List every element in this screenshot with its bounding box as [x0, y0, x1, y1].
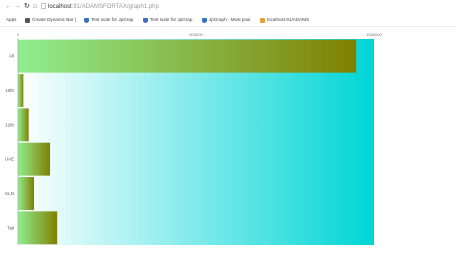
bar-kln — [18, 177, 35, 210]
bookmark-label: Create Dynamic Bar ( — [32, 17, 77, 22]
category-label: Tail — [7, 225, 14, 230]
url-host: localhost — [48, 4, 72, 10]
url-field[interactable]: localhost:81/ADAMSFORTAX/graph1.php — [48, 3, 159, 11]
shield-icon — [84, 17, 89, 23]
folder-icon — [260, 17, 265, 23]
bookmark-label: localhost:81/ADAMS — [267, 17, 310, 22]
bookmark-label: Test suite for JpGrap — [91, 17, 134, 22]
bookmark-create-dynamic-bar[interactable]: Create Dynamic Bar ( — [25, 16, 76, 24]
category-label: 10th — [5, 88, 14, 93]
x-tick-label: 500000 — [189, 32, 203, 37]
bar-10th — [18, 74, 24, 107]
bookmark-apps[interactable]: Apps — [6, 16, 16, 24]
category-label: 12th — [5, 122, 14, 127]
bookmark-label: Apps — [6, 17, 17, 22]
shield-icon — [143, 17, 148, 23]
bar-tail — [18, 211, 58, 245]
shield-icon — [202, 17, 207, 23]
x-tick-label: 0 — [17, 32, 20, 37]
page-icon — [41, 3, 46, 12]
category-label: All — [9, 54, 14, 59]
chart-svg: All 10th 12th UAE KLN Tail 0 500000 1000000 — [5, 32, 383, 245]
page-icon — [25, 17, 30, 23]
category-label: UAE — [5, 157, 14, 162]
forward-arrow-icon[interactable]: → — [14, 2, 21, 11]
home-icon[interactable]: ⌂ — [33, 2, 37, 11]
bookmark-jpgraph[interactable]: JpGraph - Most pow — [202, 16, 250, 24]
bookmark-test-suite-1[interactable]: Test suite for JpGrap — [84, 16, 133, 24]
back-arrow-icon[interactable]: ← — [5, 2, 12, 11]
address-bar: ← → ↻ ⌂ localhost:81/ADAMSFORTAX/graph1.… — [0, 0, 456, 14]
reload-icon[interactable]: ↻ — [24, 2, 30, 11]
bookmark-label: JpGraph - Most pow — [209, 17, 251, 22]
bar-chart: All 10th 12th UAE KLN Tail 0 500000 1000000 — [0, 26, 456, 257]
category-label: KLN — [5, 191, 14, 196]
bar-all — [18, 39, 357, 73]
bookmark-label: Test suite for JpGrap — [150, 17, 193, 22]
bar-12th — [18, 108, 29, 142]
bookmark-test-suite-2[interactable]: Test suite for JpGrap — [143, 16, 192, 24]
bar-uae — [18, 142, 51, 176]
x-tick-label: 1000000 — [366, 32, 382, 37]
bookmark-localhost[interactable]: localhost:81/ADAMS — [260, 16, 309, 24]
url-path: :81/ADAMSFORTAX/graph1.php — [71, 4, 159, 10]
